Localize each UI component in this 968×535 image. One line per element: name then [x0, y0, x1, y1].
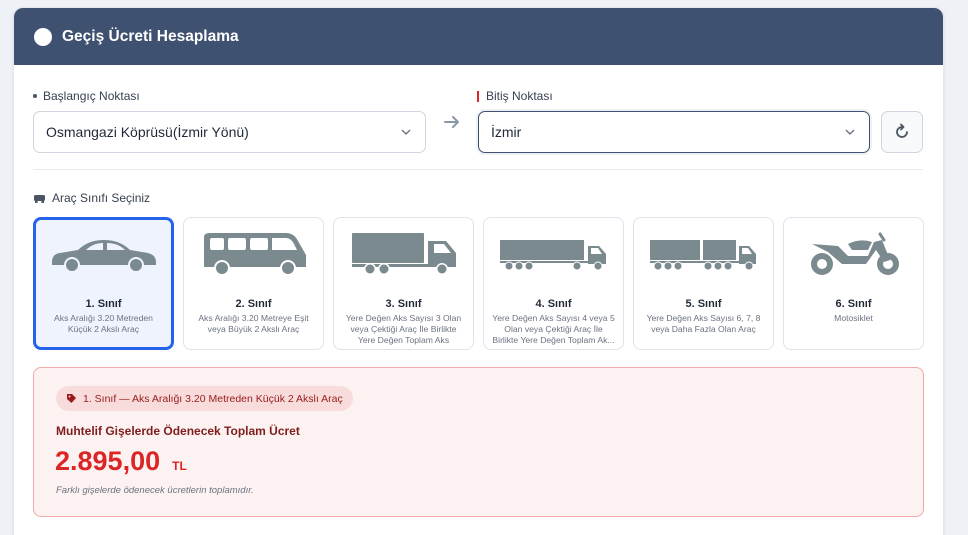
refresh-button[interactable] [881, 111, 923, 153]
vehicle-section-label: Araç Sınıfı Seçiniz [33, 191, 150, 205]
vehicle-class-desc: Aks Aralığı 3.20 Metreye Eşit veya Büyük… [198, 313, 309, 334]
car-small-icon [34, 194, 45, 203]
arrow-right-icon [444, 116, 459, 128]
vehicle-class-desc: Yere Değen Aks Sayısı 3 Olan veya Çektiğ… [345, 313, 462, 345]
end-select[interactable]: İzmir [478, 111, 870, 153]
card-header: Geçiş Ücreti Hesaplama [14, 8, 943, 65]
vehicle-section-text: Araç Sınıfı Seçiniz [52, 191, 151, 205]
vehicle-class-desc: Yere Değen Aks Sayısı 4 veya 5 Olan veya… [492, 313, 615, 345]
vehicle-class-5[interactable]: 5. Sınıf Yere Değen Aks Sayısı 6, 7, 8 v… [633, 217, 774, 350]
vehicle-class-1[interactable]: 1. Sınıf Aks Aralığı 3.20 Metreden Küçük… [33, 217, 174, 350]
bullet-icon [33, 94, 37, 98]
start-label-text: Başlangıç Noktası [43, 89, 140, 103]
semi-truck-icon [499, 240, 606, 271]
tag-icon [67, 394, 76, 403]
result-panel: 1. Sınıf — Aks Aralığı 3.20 Metreden Küç… [33, 367, 924, 517]
circle-icon [34, 27, 52, 46]
required-marker [477, 90, 479, 102]
refresh-icon [896, 123, 908, 138]
currency-label: TL [172, 459, 187, 473]
start-label: Başlangıç Noktası [33, 89, 140, 103]
car-icon [51, 240, 156, 273]
van-icon [203, 233, 306, 276]
vehicle-class-name: 3. Sınıf [385, 298, 422, 310]
vehicle-class-name: 4. Sınıf [535, 298, 572, 310]
vehicle-class-name: 5. Sınıf [685, 298, 722, 310]
vehicle-class-name: 1. Sınıf [85, 298, 122, 310]
vehicle-class-4[interactable]: 4. Sınıf Yere Değen Aks Sayısı 4 veya 5 … [483, 217, 624, 350]
vehicle-class-desc: Yere Değen Aks Sayısı 6, 7, 8 veya Daha … [646, 313, 761, 334]
vehicle-class-3[interactable]: 3. Sınıf Yere Değen Aks Sayısı 3 Olan ve… [333, 217, 474, 350]
selected-class-badge: 1. Sınıf — Aks Aralığı 3.20 Metreden Küç… [56, 386, 353, 411]
vehicle-class-2[interactable]: 2. Sınıf Aks Aralığı 3.20 Metreye Eşit v… [183, 217, 324, 350]
vehicle-class-desc: Motosiklet [834, 313, 873, 323]
chevron-down-icon [401, 129, 411, 135]
total-amount-value: 2.895,00 [55, 446, 161, 476]
truck-icon [351, 233, 456, 275]
vehicle-class-name: 6. Sınıf [835, 298, 872, 310]
vehicle-class-name: 2. Sınıf [235, 298, 272, 310]
end-label: Bitiş Noktası [477, 89, 553, 103]
vehicle-class-6[interactable]: 6. Sınıf Motosiklet [783, 217, 924, 350]
vehicle-class-desc: Aks Aralığı 3.20 Metreden Küçük 2 Akslı … [54, 313, 153, 334]
end-label-text: Bitiş Noktası [486, 89, 553, 103]
end-select-value: İzmir [491, 124, 522, 140]
selected-class-text: 1. Sınıf — Aks Aralığı 3.20 Metreden Küç… [83, 392, 343, 405]
start-select-value: Osmangazi Köprüsü(İzmir Yönü) [46, 124, 249, 140]
page-title: Geçiş Ücreti Hesaplama [62, 27, 239, 45]
divider [33, 169, 923, 170]
motorcycle-icon [810, 232, 899, 275]
long-truck-icon [649, 240, 756, 271]
total-title: Muhtelif Gişelerde Ödenecek Toplam Ücret [56, 424, 300, 438]
total-note: Farklı gişelerde ödenecek ücretlerin top… [56, 485, 254, 496]
total-amount: 2.895,00 TL [55, 446, 187, 477]
chevron-down-icon [845, 129, 855, 135]
start-select[interactable]: Osmangazi Köprüsü(İzmir Yönü) [33, 111, 426, 153]
vehicle-class-list: 1. Sınıf Aks Aralığı 3.20 Metreden Küçük… [33, 217, 924, 350]
